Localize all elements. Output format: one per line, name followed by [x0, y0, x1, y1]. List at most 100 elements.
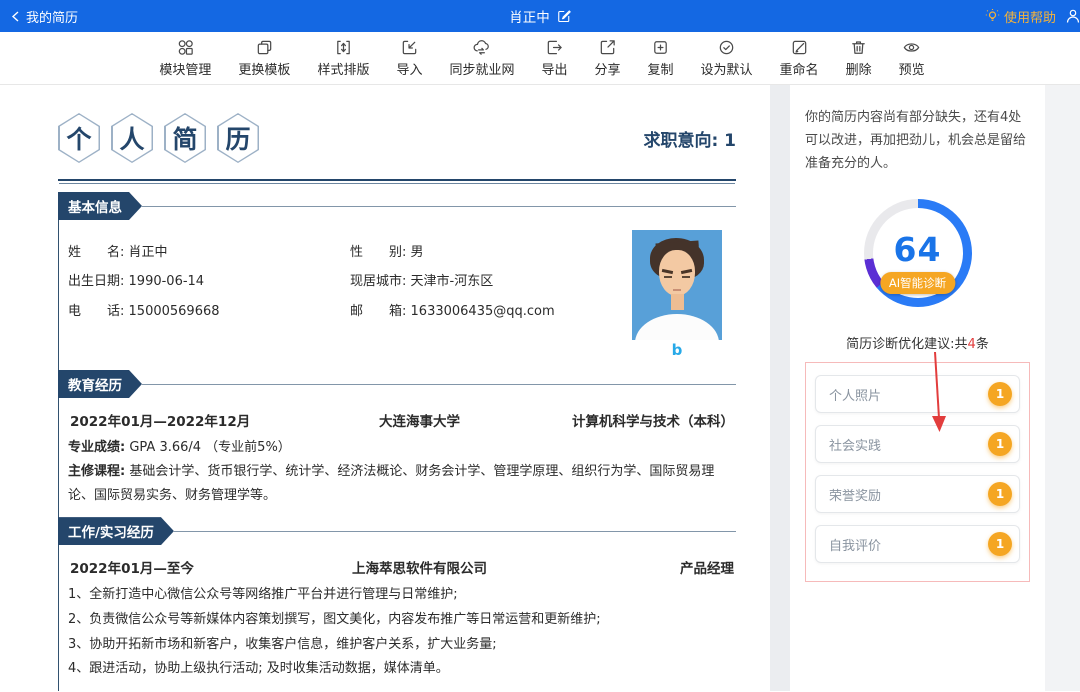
- suggestion-item-photo[interactable]: 个人照片 1: [815, 375, 1020, 413]
- check-circle-icon: [717, 38, 736, 57]
- content-divider: [770, 85, 790, 691]
- title-hexagon: 历: [217, 113, 259, 163]
- toolbar-label: 样式排版: [317, 59, 369, 78]
- photo-watermark-logo: b: [632, 340, 722, 361]
- title-rule: [58, 179, 736, 182]
- suggestion-list: 个人照片 1 社会实践 1 荣誉奖励 1 自我评价 1: [805, 362, 1030, 582]
- work-bullet: 3、协助开拓新市场和新客户，收集客户信息，维护客户关系，扩大业务量;: [68, 633, 736, 658]
- education-gpa: 专业成绩: GPA 3.66/4 （专业前5%）: [68, 436, 736, 460]
- toolbar-label: 导出: [541, 59, 567, 78]
- trash-icon: [849, 38, 868, 57]
- count-badge: 1: [988, 532, 1012, 556]
- suggestion-item-social-practice[interactable]: 社会实践 1: [815, 425, 1020, 463]
- edit-icon[interactable]: [557, 9, 571, 23]
- toolbar-item-sync-job-site[interactable]: 同步就业网: [449, 38, 514, 78]
- suggestion-count: 4: [968, 337, 976, 352]
- top-bar: 我的简历 肖正中 使用帮助: [0, 0, 1080, 32]
- title-hexagon: 个: [58, 113, 100, 163]
- scrollbar-gutter: [1045, 85, 1080, 691]
- count-badge: 1: [988, 382, 1012, 406]
- diagnosis-tip-text: 你的简历内容尚有部分缺失，还有4处可以改进，再加把劲儿，机会总是留给准备充分的人…: [805, 107, 1030, 175]
- title-hexagon: 简: [164, 113, 206, 163]
- rename-icon: [790, 38, 809, 57]
- section-work-experience[interactable]: 工作/实习经历 2022年01月—至今 上海萃思软件有限公司 产品经理 1、全新…: [58, 517, 736, 691]
- toolbar-item-module-manage[interactable]: 模块管理: [159, 38, 211, 78]
- score-value: 64: [894, 230, 942, 277]
- main-area: 个 人 简 历 求职意向: 1 基本信息 姓 名: 肖正中 出生日期: 1990…: [0, 85, 1080, 691]
- section-line: [142, 384, 736, 385]
- template-copy-icon: [255, 38, 274, 57]
- toolbar-item-share[interactable]: 分享: [595, 38, 621, 78]
- resume-document: 个 人 简 历 求职意向: 1 基本信息 姓 名: 肖正中 出生日期: 1990…: [0, 85, 770, 691]
- eye-icon: [902, 38, 921, 57]
- work-date: 2022年01月—至今: [70, 557, 320, 577]
- field-name: 姓 名: 肖正中: [68, 238, 350, 267]
- section-header: 工作/实习经历: [58, 517, 736, 545]
- work-bullet: 1、全新打造中心微信公众号等网络推广平台并进行管理与日常维护;: [68, 583, 736, 608]
- toolbar-item-style-layout[interactable]: 样式排版: [317, 38, 369, 78]
- toolbar-item-copy[interactable]: 复制: [648, 38, 674, 78]
- toolbar-item-set-default[interactable]: 设为默认: [701, 38, 753, 78]
- help-button[interactable]: 使用帮助: [985, 7, 1056, 26]
- profile-photo[interactable]: [632, 230, 722, 340]
- back-button[interactable]: 我的简历: [10, 7, 78, 26]
- toolbar-label: 分享: [595, 59, 621, 78]
- toolbar-label: 预览: [899, 59, 925, 78]
- suggestion-item-self-evaluation[interactable]: 自我评价 1: [815, 525, 1020, 563]
- ai-diagnose-badge[interactable]: AI智能诊断: [880, 272, 955, 294]
- user-icon[interactable]: [1062, 8, 1080, 24]
- help-label: 使用帮助: [1004, 7, 1056, 26]
- field-gender: 性 别: 男: [350, 238, 632, 267]
- import-icon: [400, 38, 419, 57]
- toolbar-item-import[interactable]: 导入: [396, 38, 422, 78]
- job-objective[interactable]: 求职意向: 1: [643, 126, 736, 151]
- work-bullet: 2、负责微信公众号等新媒体内容策划撰写，图文美化，内容发布推广等日常运营和更新维…: [68, 608, 736, 633]
- field-email: 邮 箱: 1633006435@qq.com: [350, 297, 632, 326]
- count-badge: 1: [988, 432, 1012, 456]
- toolbar-item-rename[interactable]: 重命名: [780, 38, 819, 78]
- title-char: 历: [219, 115, 258, 162]
- education-school: 大连海事大学: [320, 410, 519, 430]
- suggestion-item-honors[interactable]: 荣誉奖励 1: [815, 475, 1020, 513]
- section-header: 教育经历: [58, 370, 736, 398]
- education-major: 计算机科学与技术（本科）: [519, 410, 734, 430]
- section-tag: 教育经历: [58, 370, 142, 398]
- suggestion-title: 简历诊断优化建议:共4条: [805, 333, 1030, 352]
- module-grid-icon: [176, 38, 195, 57]
- section-line: [142, 206, 736, 207]
- work-bullet: 4、跟进活动，协助上级执行活动; 及时收集活动数据，媒体清单。: [68, 657, 736, 682]
- toolbar-item-preview[interactable]: 预览: [899, 38, 925, 78]
- toolbar-item-delete[interactable]: 删除: [846, 38, 872, 78]
- document-title-text: 肖正中: [509, 6, 550, 26]
- field-city: 现居城市: 天津市-河东区: [350, 267, 632, 296]
- toolbar-item-change-template[interactable]: 更换模板: [238, 38, 290, 78]
- title-char: 人: [113, 115, 152, 162]
- cloud-sync-icon: [472, 38, 491, 57]
- suggestion-label: 荣誉奖励: [829, 485, 881, 504]
- toolbar-item-export[interactable]: 导出: [541, 38, 567, 78]
- field-birthdate: 出生日期: 1990-06-14: [68, 267, 350, 296]
- toolbar-label: 更换模板: [238, 59, 290, 78]
- suggestion-label: 社会实践: [829, 435, 881, 454]
- section-tag: 基本信息: [58, 192, 142, 220]
- toolbar: 模块管理 更换模板 样式排版 导入 同步就业网 导出: [0, 32, 1080, 85]
- section-line: [174, 531, 736, 532]
- back-label: 我的简历: [26, 7, 78, 26]
- red-arrow-icon: [928, 350, 950, 434]
- diagnosis-panel: 你的简历内容尚有部分缺失，还有4处可以改进，再加把劲儿，机会总是留给准备充分的人…: [790, 85, 1045, 691]
- resume-title: 个 人 简 历 求职意向: 1: [58, 113, 736, 163]
- toolbar-label: 删除: [846, 59, 872, 78]
- lightbulb-icon: [985, 9, 1000, 24]
- share-icon: [598, 38, 617, 57]
- section-tag: 工作/实习经历: [58, 517, 174, 545]
- toolbar-label: 模块管理: [159, 59, 211, 78]
- document-title: 肖正中: [509, 6, 571, 26]
- work-role: 产品经理: [519, 557, 734, 577]
- field-phone: 电 话: 15000569668: [68, 297, 350, 326]
- section-basic-info[interactable]: 基本信息 姓 名: 肖正中 出生日期: 1990-06-14 电 话: 1500…: [58, 192, 736, 370]
- suggestion-label: 自我评价: [829, 535, 881, 554]
- chevron-left-icon: [10, 10, 21, 23]
- section-education[interactable]: 教育经历 2022年01月—2022年12月 大连海事大学 计算机科学与技术（本…: [58, 370, 736, 517]
- basic-fields: 姓 名: 肖正中 出生日期: 1990-06-14 电 话: 150005696…: [68, 230, 632, 361]
- education-date: 2022年01月—2022年12月: [70, 410, 320, 430]
